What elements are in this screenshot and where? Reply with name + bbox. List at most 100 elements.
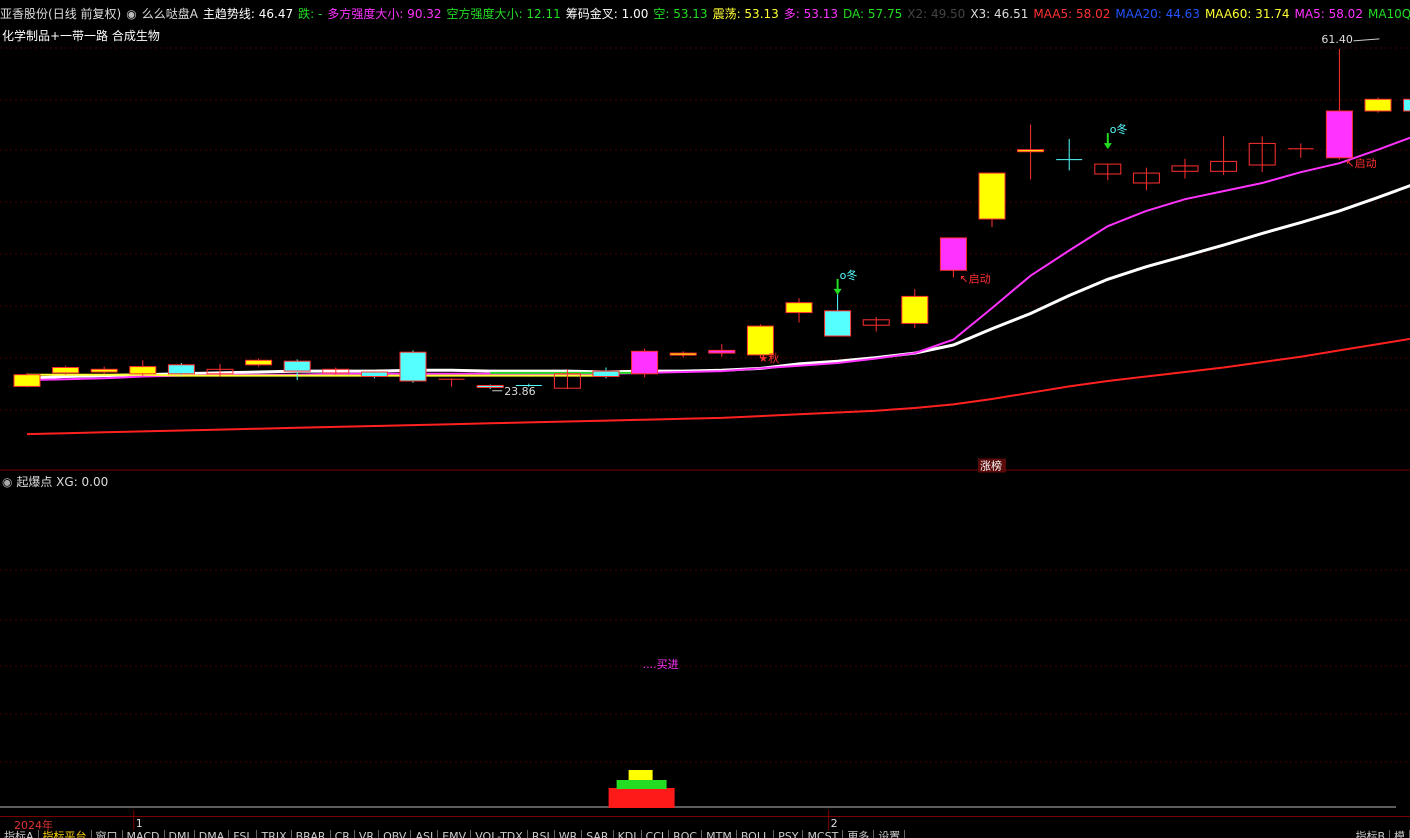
tab-10[interactable]: VR (355, 830, 380, 838)
tab-0[interactable]: 指标A (0, 830, 39, 838)
field-13: MAA60: 31.74 (1204, 7, 1290, 21)
field-10: X3: 46.51 (970, 7, 1029, 21)
limit-up-badge: 涨榜 (980, 459, 1002, 473)
tab-22[interactable]: BOLL (737, 830, 775, 838)
candle-body (939, 237, 967, 271)
winter-arrow-head (833, 288, 842, 295)
tab-9[interactable]: CR (331, 830, 355, 838)
candle-body (669, 352, 697, 356)
tab-2[interactable]: 窗口 (92, 830, 123, 838)
sub-indicator-header: ◉ 起爆点 XG: 0.00 (2, 475, 109, 489)
indicator-header: 亚香股份(日线 前复权) ◉ 么么哒盘A 主趋势线: 46.47 跌: - 多方强度大小:… (0, 5, 1410, 23)
tab-8[interactable]: BRAR (292, 830, 331, 838)
tab-5[interactable]: DMA (195, 830, 230, 838)
xg-label: XG (56, 475, 74, 489)
tab-21[interactable]: MTM (702, 830, 737, 838)
high-price-label: 61.40 (1321, 33, 1353, 46)
tab-15[interactable]: RSI (528, 830, 555, 838)
series-line-MAA60 (27, 373, 606, 377)
chevron-down-icon[interactable]: ◉ (126, 7, 136, 21)
tab-12[interactable]: ASI (411, 830, 439, 838)
field-14: MA5: 58.02 (1294, 7, 1363, 21)
tab-20[interactable]: ROC (669, 830, 703, 838)
low-price-label: 23.86 (504, 385, 536, 398)
winter-arrow-head (1103, 143, 1112, 150)
buy-signal-label: ....买进 (643, 658, 679, 671)
start-signal-label: ↖启动 (959, 272, 990, 285)
candle-body (901, 295, 929, 324)
right-tab-0[interactable]: 指标B (1351, 830, 1390, 838)
tab-3[interactable]: MACD (123, 830, 165, 838)
series-line-主趋势线 (26, 184, 1410, 380)
field-6: 震荡: 53.13 (712, 7, 779, 21)
field-12: MAA20: 44.63 (1115, 7, 1200, 21)
candle-body (1017, 149, 1045, 153)
tab-16[interactable]: WR (555, 830, 583, 838)
field-0: 主趋势线: 46.47 (202, 7, 294, 21)
candle-body (978, 172, 1006, 220)
indicator-tab-bar: 指标A 指标平台 窗口 MACD DMI DMA FSL TRIX BRAR CR VR OBV ASI… (0, 830, 1410, 838)
candle-body (746, 325, 774, 356)
period-label: (日线 前复权) (48, 7, 122, 21)
tab-23[interactable]: PSY (774, 830, 804, 838)
sector-tags: 化学制品+一带一路 合成生物 (2, 29, 160, 43)
tab-13[interactable]: EMV (438, 830, 472, 838)
candle-body (52, 367, 80, 374)
tab-18[interactable]: KDJ (614, 830, 642, 838)
tab-24[interactable]: MCST (803, 830, 844, 838)
date-axis: 2024年 (0, 816, 1410, 832)
candle-body (90, 368, 118, 373)
field-11: MAA5: 58.02 (1033, 7, 1111, 21)
burst-bar-red (608, 788, 675, 808)
field-5: 空: 53.13 (653, 7, 708, 21)
candle-body (129, 366, 157, 375)
settings-icon[interactable]: ◉ (2, 475, 12, 489)
winter-signal-label: o冬 (840, 268, 858, 282)
candle-body (708, 349, 736, 354)
tab-14[interactable]: VOL-TDX (471, 830, 528, 838)
indicator-name[interactable]: 么么哒盘A (142, 7, 198, 21)
candle-body (1364, 98, 1392, 112)
autumn-signal-label: ★秋 (758, 351, 779, 365)
tab-26[interactable]: 设置 (874, 830, 906, 838)
field-1: 跌: - (298, 7, 323, 21)
tab-19[interactable]: CCI (642, 830, 670, 838)
candle-body (785, 302, 813, 314)
burst-bar-yellow (628, 770, 653, 780)
start-signal-label: ↖启动 (1345, 157, 1376, 170)
candle-body (167, 364, 195, 375)
tab-11[interactable]: OBV (379, 830, 412, 838)
field-3: 空方强度大小: 12.11 (446, 7, 561, 21)
stock-name[interactable]: 亚香股份 (0, 7, 48, 21)
chart-canvas[interactable]: 23.8661.40o冬o冬o冬★秋↖启动↖启动涨榜....买进12 (0, 0, 1410, 838)
high-marker-line (1353, 38, 1380, 42)
candle-body (592, 370, 620, 378)
candle-body (399, 351, 427, 382)
candle-body (476, 385, 504, 388)
tab-1[interactable]: 指标平台 (39, 830, 92, 838)
candle-body (824, 310, 852, 337)
candle-body (245, 359, 273, 366)
field-15: MA10Q: 53.00 (1367, 7, 1410, 21)
burst-bar-green (616, 780, 667, 789)
field-2: 多方强度大小: 90.32 (327, 7, 442, 21)
field-7: 多: 53.13 (783, 7, 838, 21)
candle-body (13, 374, 41, 387)
tab-4[interactable]: DMI (165, 830, 195, 838)
candle-body (283, 360, 311, 372)
field-9: X2: 49.50 (907, 7, 966, 21)
tab-25[interactable]: 更多 (843, 830, 875, 838)
candle-body (1403, 98, 1410, 112)
tab-7[interactable]: TRIX (257, 830, 292, 838)
right-tab-1[interactable]: 模 (1390, 830, 1410, 838)
field-4: 筹码金叉: 1.00 (565, 7, 649, 21)
indicator-field-list: 主趋势线: 46.47 跌: - 多方强度大小: 90.32 空方强度大小: 12.1… (203, 7, 1410, 21)
candle-body (360, 371, 388, 377)
candle-body (1325, 110, 1353, 159)
tab-6[interactable]: FSL (229, 830, 258, 838)
tab-17[interactable]: SAR (582, 830, 614, 838)
winter-signal-label: o冬 (1110, 122, 1128, 136)
xg-value: 0.00 (81, 475, 109, 489)
field-8: DA: 57.75 (843, 7, 903, 21)
sub-indicator-title[interactable]: 起爆点 (16, 475, 52, 489)
